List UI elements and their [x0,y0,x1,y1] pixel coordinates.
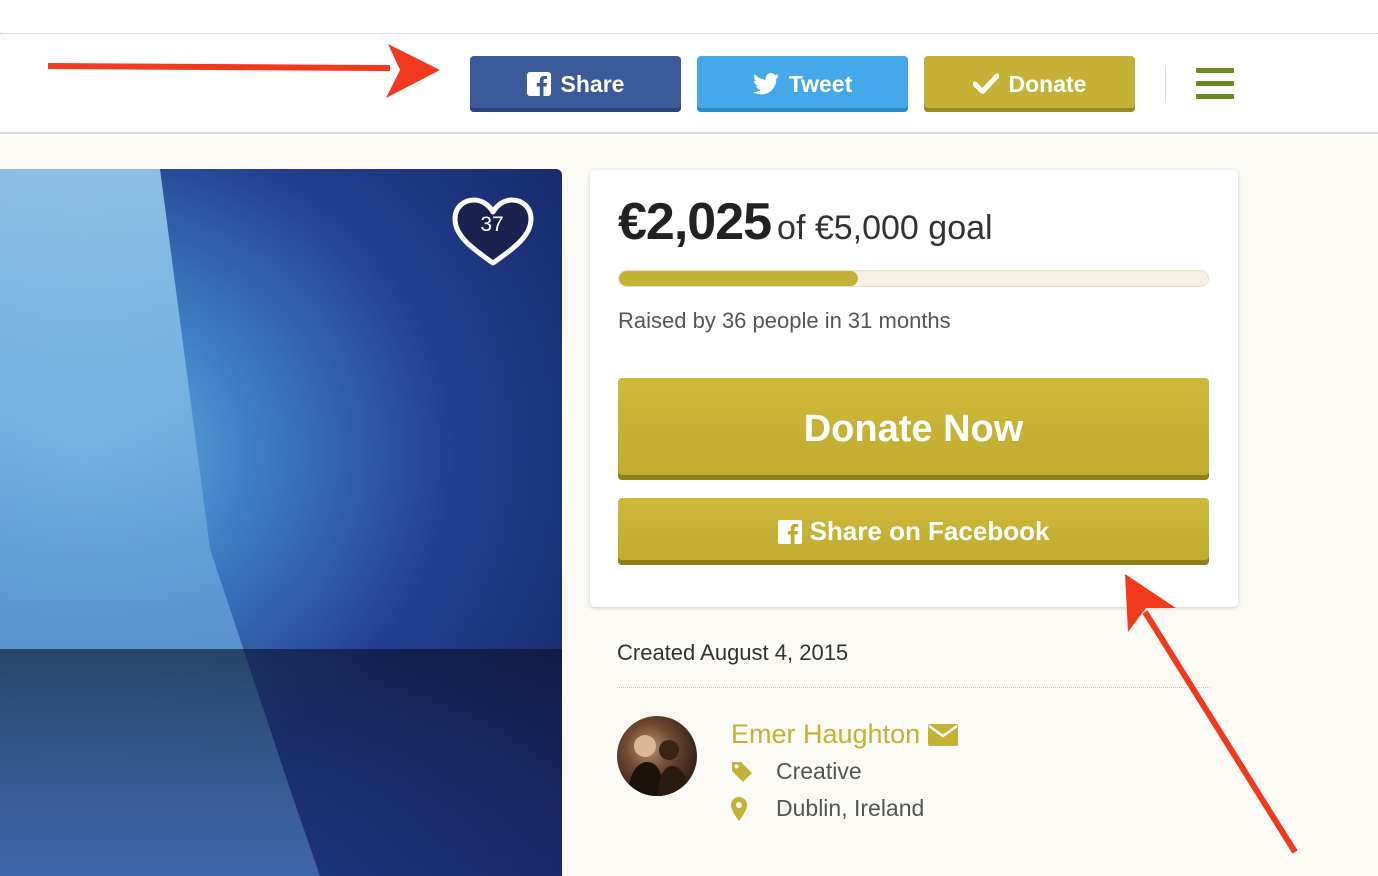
share-on-facebook-button[interactable]: Share on Facebook [618,498,1209,565]
progress-fill [619,271,858,286]
tweet-label: Tweet [788,70,853,97]
progress-bar [618,270,1209,287]
share-on-facebook-label: Share on Facebook [809,516,1050,546]
goal-text: of €5,000 goal [777,209,993,247]
photo-floor-shade [0,649,562,876]
header-donate-button[interactable]: Donate [924,56,1135,112]
header-donate-label: Donate [1008,70,1087,97]
map-pin-icon [731,796,747,821]
category-row: Creative [731,758,862,785]
location-row: Dublin, Ireland [731,795,924,822]
organizer-avatar[interactable] [617,716,697,796]
facebook-share-button[interactable]: Share [470,56,681,112]
tag-icon [732,761,752,782]
raised-amount: €2,025 [618,193,772,251]
organizer-link[interactable]: Emer Haughton [731,719,959,750]
facebook-icon [526,72,551,96]
twitter-bird-icon [752,73,779,95]
top-share-bar: Share Tweet Donate [0,0,1378,134]
created-date: Created August 4, 2015 [617,640,849,665]
donation-card: €2,025 of €5,000 goal Raised by 36 people… [590,170,1238,607]
top-divider [0,33,1378,34]
details-divider [617,687,1210,688]
location-text: Dublin, Ireland [776,795,925,821]
toolbar-separator [1165,66,1166,102]
tweet-button[interactable]: Tweet [697,56,908,112]
checkmark-icon [972,73,999,94]
avatar-figures [627,735,689,796]
heart-count: 37 [480,213,504,236]
raised-by-text: Raised by 36 people in 31 months [618,308,951,333]
hamburger-menu-icon[interactable] [1196,68,1234,100]
envelope-icon[interactable] [928,723,959,746]
facebook-share-label: Share [560,70,625,97]
annotation-arrow-bottom [1125,574,1298,854]
donate-now-label: Donate Now [803,407,1024,450]
category-text[interactable]: Creative [776,758,862,785]
raised-summary: €2,025 of €5,000 goal [618,192,993,252]
facebook-icon [777,519,802,544]
donate-now-button[interactable]: Donate Now [618,378,1209,480]
campaign-photo: 37 [0,169,562,876]
organizer-name: Emer Haughton [731,719,921,749]
